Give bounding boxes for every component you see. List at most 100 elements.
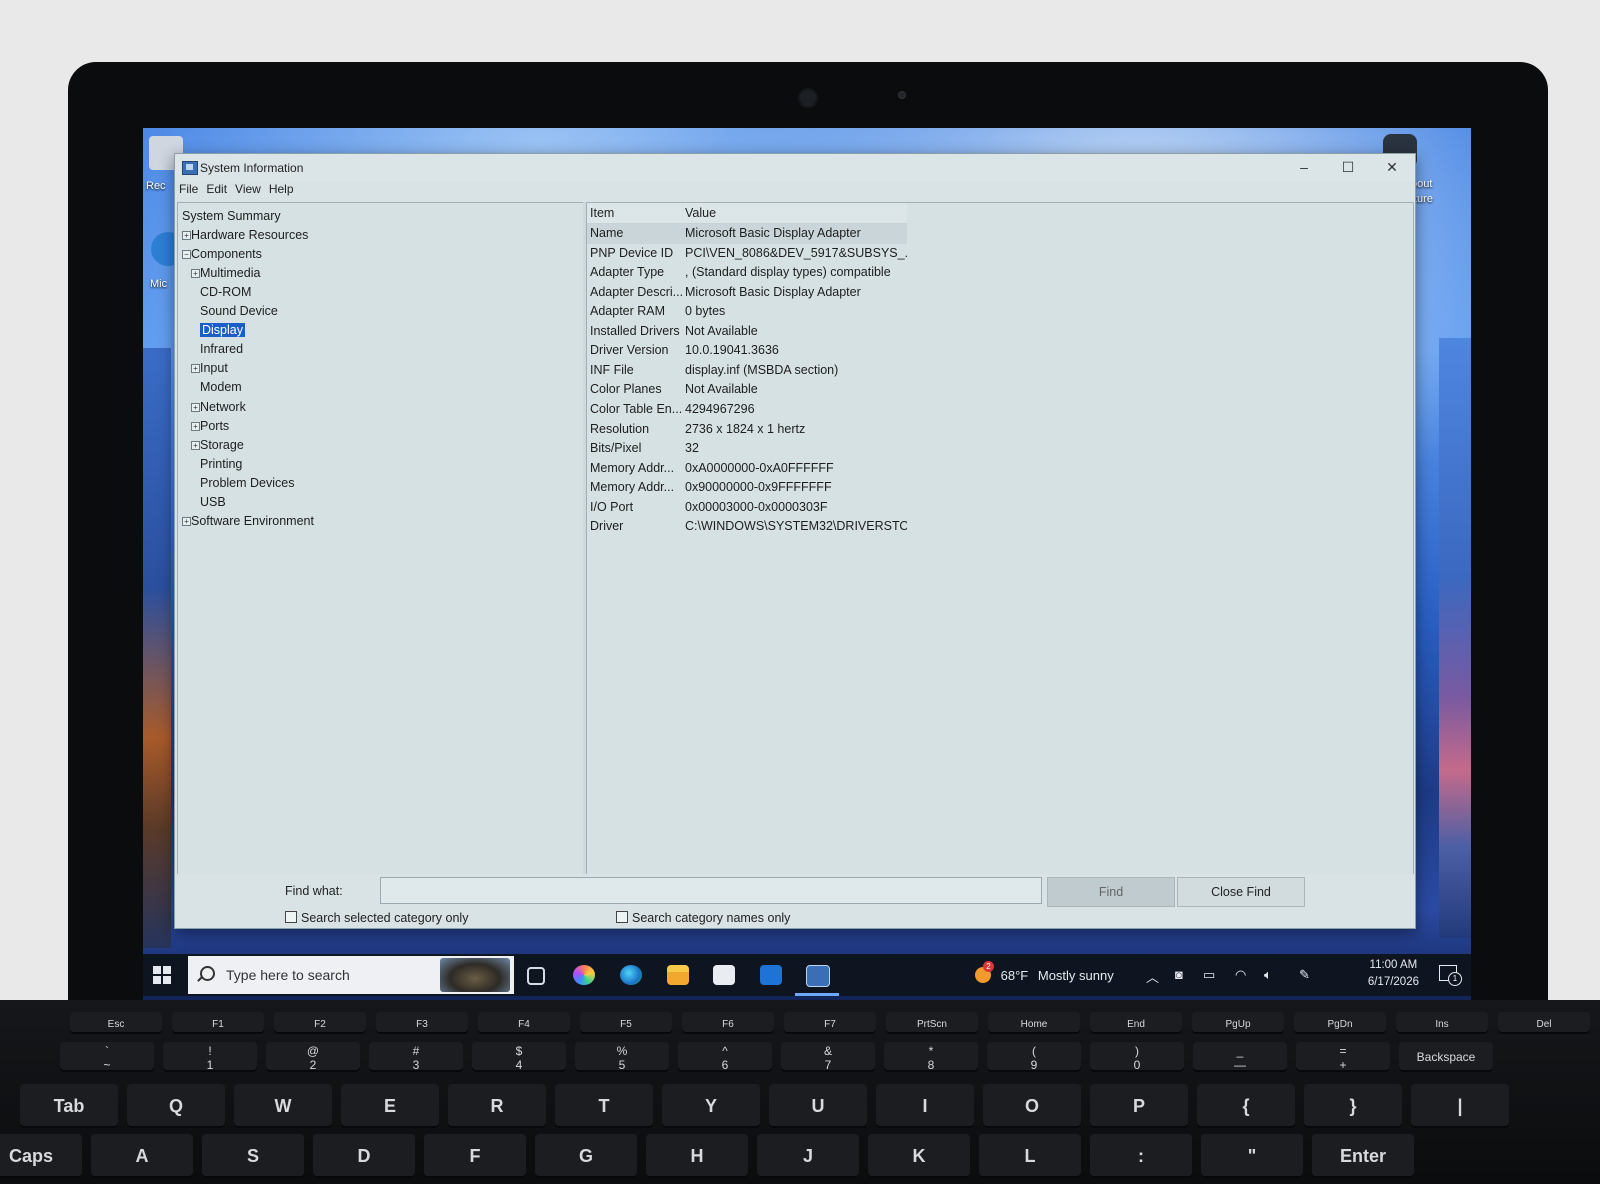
number-key: ! 1 <box>163 1042 257 1072</box>
detail-row[interactable]: Resolution 2736 x 1824 x 1 hertz <box>587 420 907 440</box>
tree-item-software-environment[interactable]: Software Environment <box>191 512 314 530</box>
tree-expander-icon[interactable]: − <box>182 250 191 260</box>
start-button[interactable] <box>153 966 171 984</box>
notifications-icon[interactable]: 1 <box>1439 965 1462 986</box>
column-header-value[interactable]: Value <box>683 203 907 224</box>
tree-item-usb[interactable]: USB <box>200 493 226 511</box>
tree-item-modem[interactable]: Modem <box>200 378 242 396</box>
tree-item-network[interactable]: Network <box>200 398 246 416</box>
file-explorer-icon[interactable] <box>667 965 689 985</box>
system-information-window: System Information – ☐ ✕ File Edit View Hel… <box>174 153 1416 929</box>
function-key: PgDn <box>1294 1012 1386 1034</box>
taskbar-clock[interactable]: 11:00 AM 6/17/2026 <box>1368 957 1419 991</box>
tree-item-ports[interactable]: Ports <box>200 417 229 435</box>
taskbar-search-box[interactable]: Type here to search <box>188 956 514 994</box>
edge-icon[interactable] <box>620 965 642 985</box>
tree-item-multimedia[interactable]: Multimedia <box>200 264 260 282</box>
close-find-button[interactable]: Close Find <box>1177 877 1305 907</box>
close-button[interactable]: ✕ <box>1370 154 1414 180</box>
menu-edit[interactable]: Edit <box>206 182 227 196</box>
detail-item: Driver Version <box>590 343 669 358</box>
letter-key: Tab <box>20 1084 118 1128</box>
detail-row[interactable]: Adapter RAM 0 bytes <box>587 302 907 322</box>
wifi-icon[interactable]: ◠ <box>1235 967 1246 983</box>
copilot-icon[interactable] <box>573 965 595 985</box>
detail-row[interactable]: I/O Port 0x00003000-0x0000303F <box>587 498 907 518</box>
detail-row[interactable]: Driver C:\WINDOWS\SYSTEM32\DRIVERSTO... <box>587 517 907 537</box>
detail-row[interactable]: PNP Device ID PCI\VEN_8086&DEV_5917&SUBSY… <box>587 244 907 264</box>
pen-icon[interactable]: ✎ <box>1299 967 1310 983</box>
tree-expander-icon[interactable]: + <box>191 402 200 412</box>
window-title: System Information <box>200 161 304 175</box>
tree-expander-icon[interactable]: + <box>191 421 200 431</box>
checkbox-box[interactable] <box>616 911 628 923</box>
weather-widget[interactable]: 2 68°F Mostly sunny <box>975 961 1114 983</box>
detail-row[interactable]: Driver Version 10.0.19041.3636 <box>587 341 907 361</box>
tree-item-printing[interactable]: Printing <box>200 455 242 473</box>
tree-item-system-summary[interactable]: System Summary <box>182 207 281 225</box>
detail-row[interactable]: Bits/Pixel 32 <box>587 439 907 459</box>
battery-icon[interactable]: ▭ <box>1203 967 1215 983</box>
column-header-item[interactable]: Item <box>587 203 682 224</box>
detail-row[interactable]: Color Table En... 4294967296 <box>587 400 907 420</box>
show-hidden-icons-chevron-icon[interactable]: ︿ <box>1146 967 1159 986</box>
meet-now-icon[interactable]: ◙ <box>1175 967 1183 982</box>
detail-item: Resolution <box>590 421 650 436</box>
detail-row[interactable]: Memory Addr... 0x90000000-0x9FFFFFFF <box>587 478 907 498</box>
detail-item: Adapter RAM <box>590 304 666 319</box>
tree-expander-icon[interactable]: + <box>182 231 191 241</box>
number-key: _ — <box>1193 1042 1287 1072</box>
function-key: F3 <box>376 1012 468 1034</box>
detail-row[interactable]: Installed Drivers Not Available <box>587 322 907 342</box>
tree-item-storage[interactable]: Storage <box>200 436 244 454</box>
detail-row[interactable]: Name Microsoft Basic Display Adapter <box>587 224 907 244</box>
title-bar[interactable]: System Information – ☐ ✕ <box>175 154 1415 182</box>
tree-item-components[interactable]: Components <box>191 245 262 263</box>
tree-expander-icon[interactable]: + <box>191 269 200 279</box>
system-information-app-icon <box>182 161 198 175</box>
store-icon[interactable] <box>713 965 735 985</box>
tree-item-display[interactable]: Display <box>200 321 245 339</box>
tree-expander-icon[interactable]: + <box>191 364 200 374</box>
tree-item-input[interactable]: Input <box>200 359 228 377</box>
letter-key: { <box>1197 1084 1295 1128</box>
tree-item-hardware-resources[interactable]: Hardware Resources <box>191 226 308 244</box>
detail-value: , (Standard display types) compatible <box>685 265 891 280</box>
checkbox-box[interactable] <box>285 911 297 923</box>
detail-row[interactable]: Memory Addr... 0xA0000000-0xA0FFFFFF <box>587 459 907 479</box>
tree-expander-icon[interactable]: + <box>191 440 200 450</box>
detail-row[interactable]: INF File display.inf (MSBDA section) <box>587 361 907 381</box>
letter-key: R <box>448 1084 546 1128</box>
number-key: = + <box>1296 1042 1390 1072</box>
menu-help[interactable]: Help <box>269 182 294 196</box>
find-what-input[interactable] <box>380 877 1042 904</box>
maximize-button[interactable]: ☐ <box>1326 154 1370 180</box>
weather-temperature: 68°F <box>1000 968 1029 983</box>
menu-view[interactable]: View <box>235 182 261 196</box>
tree-item-cd-rom[interactable]: CD-ROM <box>200 283 251 301</box>
search-category-names-label: Search category names only <box>632 911 791 925</box>
search-selected-category-checkbox[interactable]: Search selected category only <box>285 911 468 925</box>
search-icon <box>200 966 215 981</box>
detail-row[interactable]: Adapter Type , (Standard display types) c… <box>587 263 907 283</box>
system-information-icon[interactable] <box>806 965 830 987</box>
taskbar: Type here to search 2 68°F Mostly sunny … <box>143 954 1471 996</box>
minimize-button[interactable]: – <box>1282 154 1326 180</box>
letter-key: G <box>535 1134 637 1178</box>
tree-item-infrared[interactable]: Infrared <box>200 340 243 358</box>
detail-row[interactable]: Color Planes Not Available <box>587 380 907 400</box>
task-view-icon[interactable] <box>527 967 545 985</box>
tree-item-sound-device[interactable]: Sound Device <box>200 302 278 320</box>
tree-expander-icon[interactable]: + <box>182 516 191 526</box>
desktop-screen: Rec Mic bout ture System Information – ☐… <box>143 128 1471 1016</box>
wallpaper-right <box>1439 338 1471 938</box>
detail-row[interactable]: Adapter Descri... Microsoft Basic Display… <box>587 283 907 303</box>
find-button[interactable]: Find <box>1047 877 1175 907</box>
menu-file[interactable]: File <box>179 182 198 196</box>
volume-icon[interactable]: 🔈︎ <box>1264 967 1272 983</box>
outlook-icon[interactable] <box>760 965 782 985</box>
clock-time: 11:00 AM <box>1369 959 1418 971</box>
detail-item: Driver <box>590 519 624 534</box>
tree-item-problem-devices[interactable]: Problem Devices <box>200 474 294 492</box>
search-category-names-checkbox[interactable]: Search category names only <box>616 911 790 925</box>
